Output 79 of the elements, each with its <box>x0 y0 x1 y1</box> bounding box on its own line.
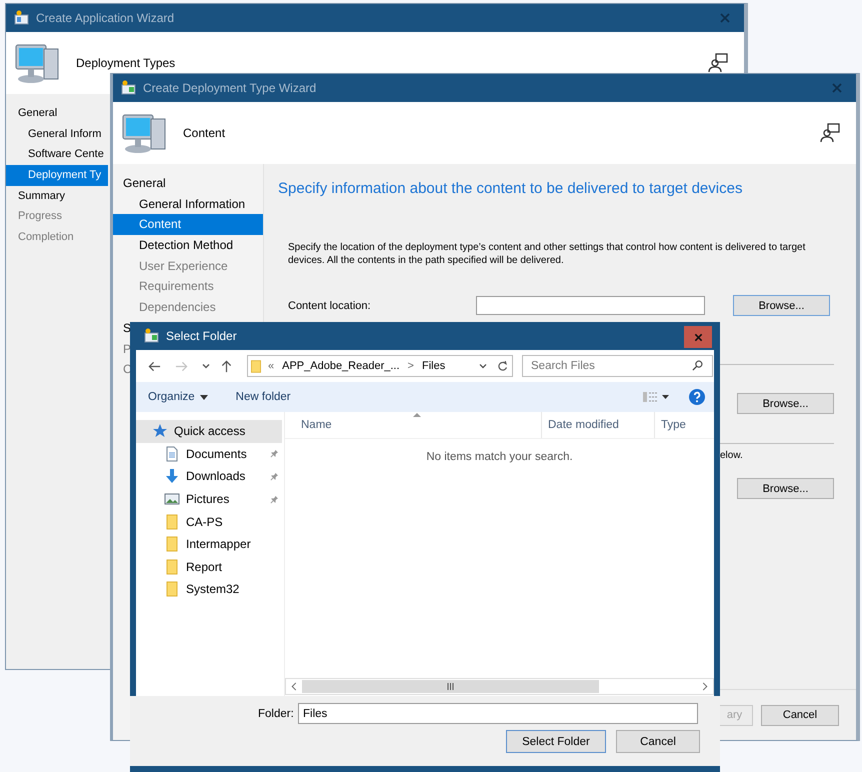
field-label: Content location: <box>288 300 372 312</box>
nav-item[interactable]: Detection Method <box>113 235 263 256</box>
chevron-down-icon[interactable] <box>202 363 210 369</box>
folder-icon <box>164 514 180 530</box>
up-arrow-icon[interactable] <box>220 360 233 372</box>
overflow-chevrons[interactable]: « <box>268 360 274 372</box>
navigation-item[interactable]: Pictures <box>136 488 282 510</box>
chevron-down-icon[interactable] <box>479 363 487 369</box>
column-header[interactable]: Name <box>285 412 542 438</box>
browse-button[interactable]: Browse... <box>733 295 830 316</box>
scroll-right-icon[interactable] <box>702 682 708 691</box>
toolbar-button[interactable]: New folder <box>236 391 291 403</box>
document-icon <box>164 446 180 462</box>
navigation-item[interactable]: Quick access <box>136 420 282 443</box>
feedback-icon[interactable] <box>708 53 728 73</box>
download-arrow-icon <box>164 468 180 484</box>
instruction-text: elow. <box>720 450 743 461</box>
window-title: Create Deployment Type Wizard <box>143 81 316 95</box>
address-bar[interactable]: « APP_Adobe_Reader_... > Files <box>247 355 513 377</box>
refresh-icon[interactable] <box>497 360 508 372</box>
wizard-app-icon <box>14 10 30 26</box>
nav-item[interactable]: Content <box>113 214 263 236</box>
nav-item[interactable]: Summary <box>6 186 108 206</box>
page-heading: Content <box>183 126 226 140</box>
content-location-field[interactable] <box>476 296 705 315</box>
scroll-left-icon[interactable] <box>291 682 297 691</box>
window-title: Create Application Wizard <box>36 11 174 25</box>
column-header[interactable]: Date modified <box>542 412 655 438</box>
close-icon[interactable] <box>694 332 702 342</box>
toolbar-button[interactable]: Organize <box>148 391 208 403</box>
picture-icon <box>164 491 180 508</box>
navigation-item[interactable]: System32 <box>136 578 282 601</box>
navigation-item[interactable]: Report <box>136 556 282 578</box>
back-arrow-icon[interactable] <box>148 360 161 372</box>
folder-field[interactable]: Files <box>298 703 698 724</box>
dialog-app-icon <box>144 328 160 344</box>
navigation-item[interactable]: Documents <box>136 442 282 466</box>
grip-icon <box>447 683 454 690</box>
description-text: Specify the location of the deployment type’s content and other settings that control how content is delivered to target devices. All the contents in the path specified will be delivered. <box>288 241 806 267</box>
section-heading: Specify information about the content to be delivered to target devices <box>278 180 744 197</box>
folder-icon <box>164 536 180 552</box>
wizard-app-icon <box>121 80 137 96</box>
page-heading: Deployment Types <box>76 56 176 70</box>
nav-item[interactable]: General Information <box>113 194 263 214</box>
nav-item[interactable]: Software Cente <box>6 144 108 166</box>
navigation-item[interactable]: CA-PS <box>136 510 282 533</box>
navigation-item[interactable]: Downloads <box>136 465 282 488</box>
dialog-title: Select Folder <box>166 329 237 343</box>
nav-item[interactable]: General Inform <box>6 124 108 144</box>
folder-icon <box>164 581 180 598</box>
nav-item[interactable]: Deployment Ty <box>6 165 108 186</box>
browse-button[interactable]: Browse... <box>737 478 834 499</box>
wizard-button[interactable]: Cancel <box>761 704 839 726</box>
folder-icon <box>251 358 261 374</box>
browse-button[interactable]: Browse... <box>737 393 834 414</box>
breadcrumb[interactable]: APP_Adobe_Reader_... <box>282 360 400 372</box>
close-button[interactable] <box>684 326 712 348</box>
navigation-item[interactable]: Intermapper <box>136 532 282 556</box>
star-icon <box>152 423 168 440</box>
column-header[interactable]: Type <box>655 412 714 438</box>
view-options-icon[interactable] <box>643 392 669 402</box>
feedback-icon[interactable] <box>820 123 840 143</box>
dialog-button[interactable]: Select Folder <box>506 730 606 753</box>
folder-icon <box>164 558 180 575</box>
empty-message: No items match your search. <box>426 451 573 463</box>
nav-item[interactable]: General <box>6 103 108 124</box>
pin-icon[interactable] <box>270 449 279 458</box>
dialog-button[interactable]: Cancel <box>616 730 700 753</box>
pin-icon[interactable] <box>270 472 279 481</box>
caret-icon <box>200 394 208 400</box>
search-icon[interactable] <box>692 360 703 371</box>
horizontal-scrollbar[interactable] <box>285 678 714 695</box>
breadcrumb[interactable]: Files <box>422 360 446 372</box>
help-icon[interactable] <box>689 389 705 405</box>
field-label: Folder: <box>258 708 295 720</box>
pin-icon[interactable] <box>270 494 279 504</box>
search-field[interactable]: Search Files <box>522 355 713 377</box>
nav-item[interactable]: General <box>113 173 263 194</box>
breadcrumb-separator[interactable]: > <box>408 360 414 372</box>
